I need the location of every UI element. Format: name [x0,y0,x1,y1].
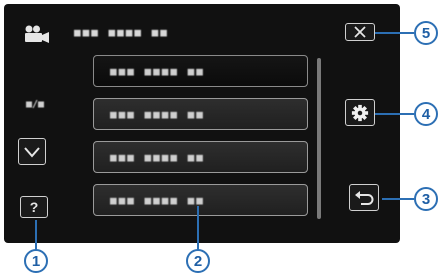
gear-icon [351,104,369,121]
callout-line [197,206,199,253]
callout-line [382,198,414,200]
scroll-down-button[interactable] [18,138,46,165]
callout-4: 4 [414,102,438,126]
callout-3: 3 [414,187,438,211]
menu-item-label: ■■■ ■■■■ ■■ [110,193,205,207]
help-button[interactable]: ? [20,196,48,218]
page-indicator: ■/■ [26,99,45,110]
callout-line [375,113,414,115]
menu-item[interactable]: ■■■ ■■■■ ■■ [93,98,308,130]
camera-menu-screen: ■■■ ■■■■ ■■ ■■■ ■■■■ ■■ ■■■ ■■■■ ■■ ■■■ … [4,4,400,243]
callout-2: 2 [186,249,210,273]
chevron-down-icon [24,146,40,158]
close-button[interactable] [345,23,375,41]
menu-item-label: ■■■ ■■■■ ■■ [110,64,205,78]
video-camera-icon [24,25,50,43]
menu-title: ■■■ ■■■■ ■■ [74,26,169,39]
menu-item-label: ■■■ ■■■■ ■■ [110,107,205,121]
menu-scrollbar[interactable] [317,58,321,219]
menu-item[interactable]: ■■■ ■■■■ ■■ [93,141,308,173]
menu-item[interactable]: ■■■ ■■■■ ■■ [93,184,308,216]
menu-item-label: ■■■ ■■■■ ■■ [110,150,205,164]
return-arrow-icon [355,190,374,205]
settings-button[interactable] [345,99,375,126]
callout-line [375,32,414,34]
close-icon [354,26,366,38]
callout-5: 5 [414,21,438,45]
callout-1: 1 [24,249,48,273]
back-button[interactable] [349,184,379,211]
menu-item[interactable]: ■■■ ■■■■ ■■ [93,55,308,87]
